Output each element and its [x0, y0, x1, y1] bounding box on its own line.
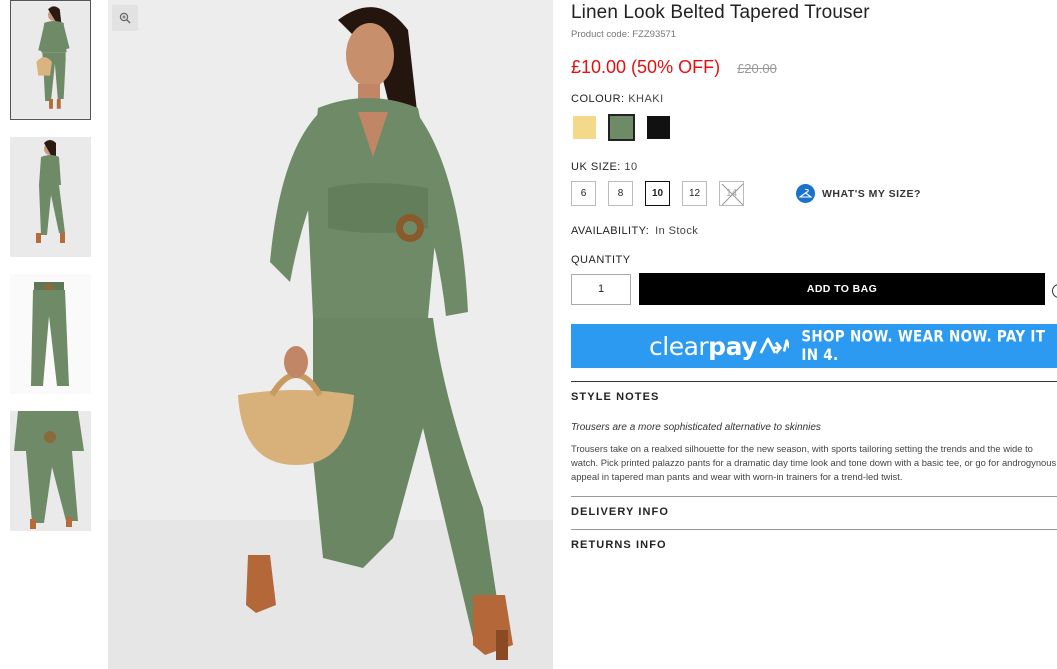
clearpay-logo-bold: pay [708, 331, 757, 361]
product-code: Product code: FZZ93571 [571, 29, 677, 40]
size-8[interactable]: 8 [608, 181, 633, 206]
clearpay-logo-text: clear [649, 331, 709, 361]
size-label: UK SIZE: 10 [571, 161, 1057, 173]
style-notes-section: STYLE NOTES Trousers are a more sophisti… [571, 381, 1057, 484]
size-10[interactable]: 10 [645, 181, 670, 206]
sale-price: £10.00 (50% OFF) [571, 57, 721, 77]
availability: AVAILABILITY: In Stock [571, 225, 1057, 237]
thumbnail-3[interactable] [10, 274, 91, 394]
returns-info-section: RETURNS INFO [571, 529, 1057, 551]
style-notes-subtitle: Trousers are a more sophisticated altern… [571, 422, 821, 433]
size-guide-label: WHAT'S MY SIZE? [822, 187, 921, 200]
model-detail-image [10, 411, 91, 531]
quantity-row: ADD TO BAG [571, 273, 1057, 305]
size-12[interactable]: 12 [682, 181, 707, 206]
returns-info-heading[interactable]: RETURNS INFO [571, 530, 1057, 551]
availability-value: In Stock [655, 225, 699, 237]
model-side-image [10, 137, 91, 257]
product-title: Linen Look Belted Tapered Trouser [571, 2, 870, 23]
zoom-icon [119, 12, 131, 24]
model-main-photo [108, 0, 553, 669]
thumbnail-gallery [10, 0, 92, 548]
swatch-black[interactable] [645, 114, 672, 141]
clearpay-tagline: SHOP NOW. WEAR NOW. PAY IT IN 4. [801, 327, 1046, 365]
quantity-input[interactable] [571, 273, 631, 305]
availability-label: AVAILABILITY: [571, 225, 650, 237]
style-notes-body: Trousers take on a realxed silhouette fo… [571, 443, 1057, 482]
size-value: 10 [624, 161, 638, 173]
product-details: Linen Look Belted Tapered Trouser Produc… [571, 0, 1057, 551]
colour-swatches [571, 114, 1057, 141]
quantity-label: QUANTITY [571, 254, 631, 266]
colour-label-text: COLOUR: [571, 93, 625, 105]
add-to-bag-button[interactable]: ADD TO BAG [639, 273, 1045, 305]
trouser-flat-image [10, 274, 91, 394]
unavailable-cross-icon [721, 183, 744, 206]
thumbnail-4[interactable] [10, 411, 91, 531]
size-6[interactable]: 6 [571, 181, 596, 206]
delivery-info-section: DELIVERY INFO [571, 496, 1057, 518]
colour-label: COLOUR: KHAKI [571, 93, 1057, 105]
thumbnail-2[interactable] [10, 137, 91, 257]
delivery-info-heading[interactable]: DELIVERY INFO [571, 497, 1057, 518]
thumbnail-1[interactable] [10, 0, 91, 120]
hanger-icon [796, 184, 815, 203]
swatch-khaki[interactable] [608, 114, 635, 141]
size-label-text: UK SIZE: [571, 161, 621, 173]
size-14[interactable]: 14 [719, 181, 744, 206]
swatch-yellow[interactable] [571, 114, 598, 141]
style-notes-heading[interactable]: STYLE NOTES [571, 382, 1057, 403]
original-price: £20.00 [737, 61, 777, 76]
clearpay-banner[interactable]: clearpay SHOP NOW. WEAR NOW. PAY IT IN 4… [571, 324, 1057, 368]
zoom-button[interactable] [112, 5, 138, 31]
size-guide-link[interactable]: WHAT'S MY SIZE? [796, 184, 921, 203]
clearpay-logo: clearpay [649, 332, 757, 361]
main-product-image[interactable] [108, 0, 553, 669]
size-options: 6 8 10 12 14 WHAT'S MY SIZE? [571, 181, 1057, 206]
colour-value: KHAKI [628, 93, 664, 105]
price-row: £10.00 (50% OFF) £20.00 [571, 57, 1057, 78]
model-front-image [11, 1, 90, 119]
clearpay-arrows-icon [759, 337, 790, 355]
